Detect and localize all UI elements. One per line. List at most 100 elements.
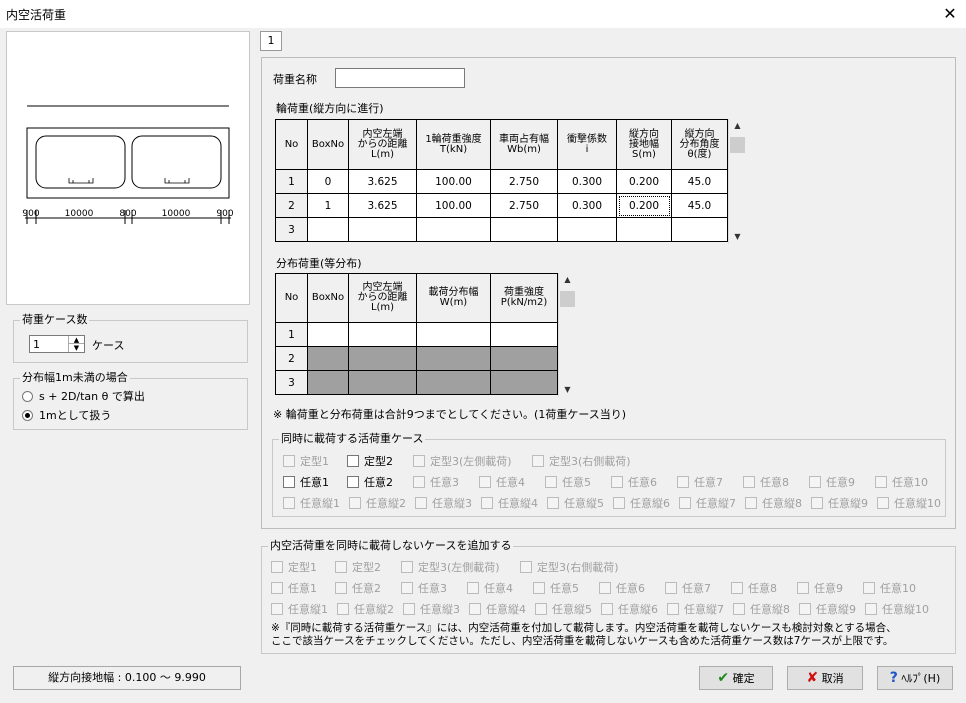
- cell[interactable]: [671, 217, 728, 242]
- cell[interactable]: 100.00: [416, 169, 491, 194]
- cell[interactable]: 3.625: [348, 193, 417, 218]
- stepper-up-icon[interactable]: ▲: [68, 336, 84, 344]
- radio-calc-formula[interactable]: s + 2D/tan θ で算出: [22, 388, 145, 404]
- checkbox-longitudinal-3[interactable]: 任意縦3: [403, 601, 460, 617]
- scroll-thumb[interactable]: [730, 137, 745, 153]
- checkbox-arbitrary-2[interactable]: 任意2: [335, 580, 381, 596]
- checkbox-longitudinal-2[interactable]: 任意縦2: [349, 495, 406, 511]
- checkbox-longitudinal-1[interactable]: 任意縦1: [283, 495, 340, 511]
- checkbox-arbitrary-10[interactable]: 任意10: [863, 580, 916, 596]
- checkbox-arbitrary-4[interactable]: 任意4: [479, 474, 525, 490]
- checkbox-arbitrary-8[interactable]: 任意8: [731, 580, 777, 596]
- checkbox-fixed-2[interactable]: 定型2: [347, 453, 393, 469]
- checkbox-longitudinal-10[interactable]: 任意縦10: [877, 495, 941, 511]
- checkbox-arbitrary-3[interactable]: 任意3: [401, 580, 447, 596]
- checkbox-arbitrary-8[interactable]: 任意8: [743, 474, 789, 490]
- checkbox-fixed-2[interactable]: 定型2: [335, 559, 381, 575]
- close-icon[interactable]: ✕: [936, 2, 964, 26]
- cell[interactable]: [416, 217, 491, 242]
- wheel-table-scrollbar[interactable]: ▲ ▼: [728, 119, 745, 244]
- cell[interactable]: [490, 322, 558, 347]
- checkbox-longitudinal-8[interactable]: 任意縦8: [733, 601, 790, 617]
- load-case-count-value: 1: [33, 338, 40, 351]
- checkbox-fixed-3-right[interactable]: 定型3(右側載荷): [532, 453, 631, 469]
- scroll-down-icon[interactable]: ▼: [559, 383, 576, 397]
- cell[interactable]: [307, 217, 349, 242]
- checkbox-longitudinal-9[interactable]: 任意縦9: [811, 495, 868, 511]
- cell[interactable]: 0.200: [616, 169, 672, 194]
- checkbox-longitudinal-5[interactable]: 任意縦5: [547, 495, 604, 511]
- cell[interactable]: 2.750: [490, 193, 558, 218]
- dist-table-scrollbar[interactable]: ▲ ▼: [558, 273, 575, 397]
- load-case-count-stepper[interactable]: 1 ▲ ▼: [29, 335, 85, 353]
- checkbox-longitudinal-9[interactable]: 任意縦9: [799, 601, 856, 617]
- cell[interactable]: 3.625: [348, 169, 417, 194]
- ok-button[interactable]: ✔ 確定: [699, 666, 773, 690]
- checkbox-fixed-3-left[interactable]: 定型3(左側載荷): [401, 559, 500, 575]
- checkbox-longitudinal-7[interactable]: 任意縦7: [679, 495, 736, 511]
- stepper-down-icon[interactable]: ▼: [68, 344, 84, 352]
- checkbox-longitudinal-4[interactable]: 任意縦4: [469, 601, 526, 617]
- checkbox-longitudinal-6[interactable]: 任意縦6: [601, 601, 658, 617]
- cell[interactable]: 45.0: [671, 193, 728, 218]
- checkbox-icon: [535, 603, 547, 615]
- checkbox-longitudinal-3[interactable]: 任意縦3: [415, 495, 472, 511]
- cell[interactable]: [557, 217, 617, 242]
- checkbox-arbitrary-3[interactable]: 任意3: [413, 474, 459, 490]
- cell[interactable]: 45.0: [671, 169, 728, 194]
- checkbox-arbitrary-1[interactable]: 任意1: [283, 474, 329, 490]
- load-name-input[interactable]: [335, 68, 465, 88]
- cell[interactable]: [348, 217, 417, 242]
- checkbox-arbitrary-5[interactable]: 任意5: [545, 474, 591, 490]
- cell[interactable]: 1: [307, 193, 349, 218]
- cell[interactable]: [616, 217, 672, 242]
- checkbox-arbitrary-6[interactable]: 任意6: [611, 474, 657, 490]
- cell[interactable]: [490, 217, 558, 242]
- help-button[interactable]: ? ﾍﾙﾌﾟ(H): [877, 666, 953, 690]
- selected-cell[interactable]: 0.200: [616, 193, 672, 218]
- checkbox-longitudinal-2[interactable]: 任意縦2: [337, 601, 394, 617]
- cell[interactable]: 100.00: [416, 193, 491, 218]
- checkbox-arbitrary-1[interactable]: 任意1: [271, 580, 317, 596]
- cell[interactable]: [348, 322, 417, 347]
- checkbox-arbitrary-5[interactable]: 任意5: [533, 580, 579, 596]
- scroll-thumb[interactable]: [560, 291, 575, 307]
- radio-treat-1m[interactable]: 1mとして扱う: [22, 407, 111, 423]
- checkbox-arbitrary-4[interactable]: 任意4: [467, 580, 513, 596]
- cell[interactable]: 2.750: [490, 169, 558, 194]
- cell[interactable]: 0.300: [557, 169, 617, 194]
- checkbox-longitudinal-10[interactable]: 任意縦10: [865, 601, 929, 617]
- checkbox-icon: [469, 603, 481, 615]
- scroll-down-icon[interactable]: ▼: [729, 230, 746, 244]
- checkbox-longitudinal-6[interactable]: 任意縦6: [613, 495, 670, 511]
- checkbox-arbitrary-7[interactable]: 任意7: [665, 580, 711, 596]
- cell[interactable]: 0: [307, 169, 349, 194]
- scroll-up-icon[interactable]: ▲: [729, 119, 746, 133]
- cell[interactable]: 0.300: [557, 193, 617, 218]
- checkbox-longitudinal-7[interactable]: 任意縦7: [667, 601, 724, 617]
- checkbox-fixed-3-right[interactable]: 定型3(右側載荷): [520, 559, 619, 575]
- checkbox-fixed-3-left[interactable]: 定型3(左側載荷): [413, 453, 512, 469]
- checkbox-arbitrary-10[interactable]: 任意10: [875, 474, 928, 490]
- checkbox-arbitrary-9[interactable]: 任意9: [797, 580, 843, 596]
- checkbox-arbitrary-6[interactable]: 任意6: [599, 580, 645, 596]
- cell[interactable]: [307, 322, 349, 347]
- checkbox-icon: [401, 582, 413, 594]
- title-bar: [0, 0, 966, 28]
- tab-1[interactable]: 1: [260, 31, 282, 51]
- checkbox-longitudinal-5[interactable]: 任意縦5: [535, 601, 592, 617]
- cancel-button[interactable]: ✘ 取消: [787, 666, 863, 690]
- non-loading-group: 内空活荷重を同時に載荷しないケースを追加する 定型1 定型2 定型3(左側載荷)…: [261, 539, 956, 654]
- checkbox-arbitrary-7[interactable]: 任意7: [677, 474, 723, 490]
- checkbox-arbitrary-2[interactable]: 任意2: [347, 474, 393, 490]
- checkbox-fixed-1[interactable]: 定型1: [283, 453, 329, 469]
- checkbox-arbitrary-9[interactable]: 任意9: [809, 474, 855, 490]
- scroll-up-icon[interactable]: ▲: [559, 273, 576, 287]
- checkbox-longitudinal-8[interactable]: 任意縦8: [745, 495, 802, 511]
- checkbox-fixed-1[interactable]: 定型1: [271, 559, 317, 575]
- checkbox-longitudinal-4[interactable]: 任意縦4: [481, 495, 538, 511]
- simultaneous-title: 同時に載荷する活荷重ケース: [279, 432, 426, 446]
- checkbox-longitudinal-1[interactable]: 任意縦1: [271, 601, 328, 617]
- load-case-count-group: 荷重ケース数 1 ▲ ▼ ケース: [13, 313, 248, 363]
- cell[interactable]: [416, 322, 491, 347]
